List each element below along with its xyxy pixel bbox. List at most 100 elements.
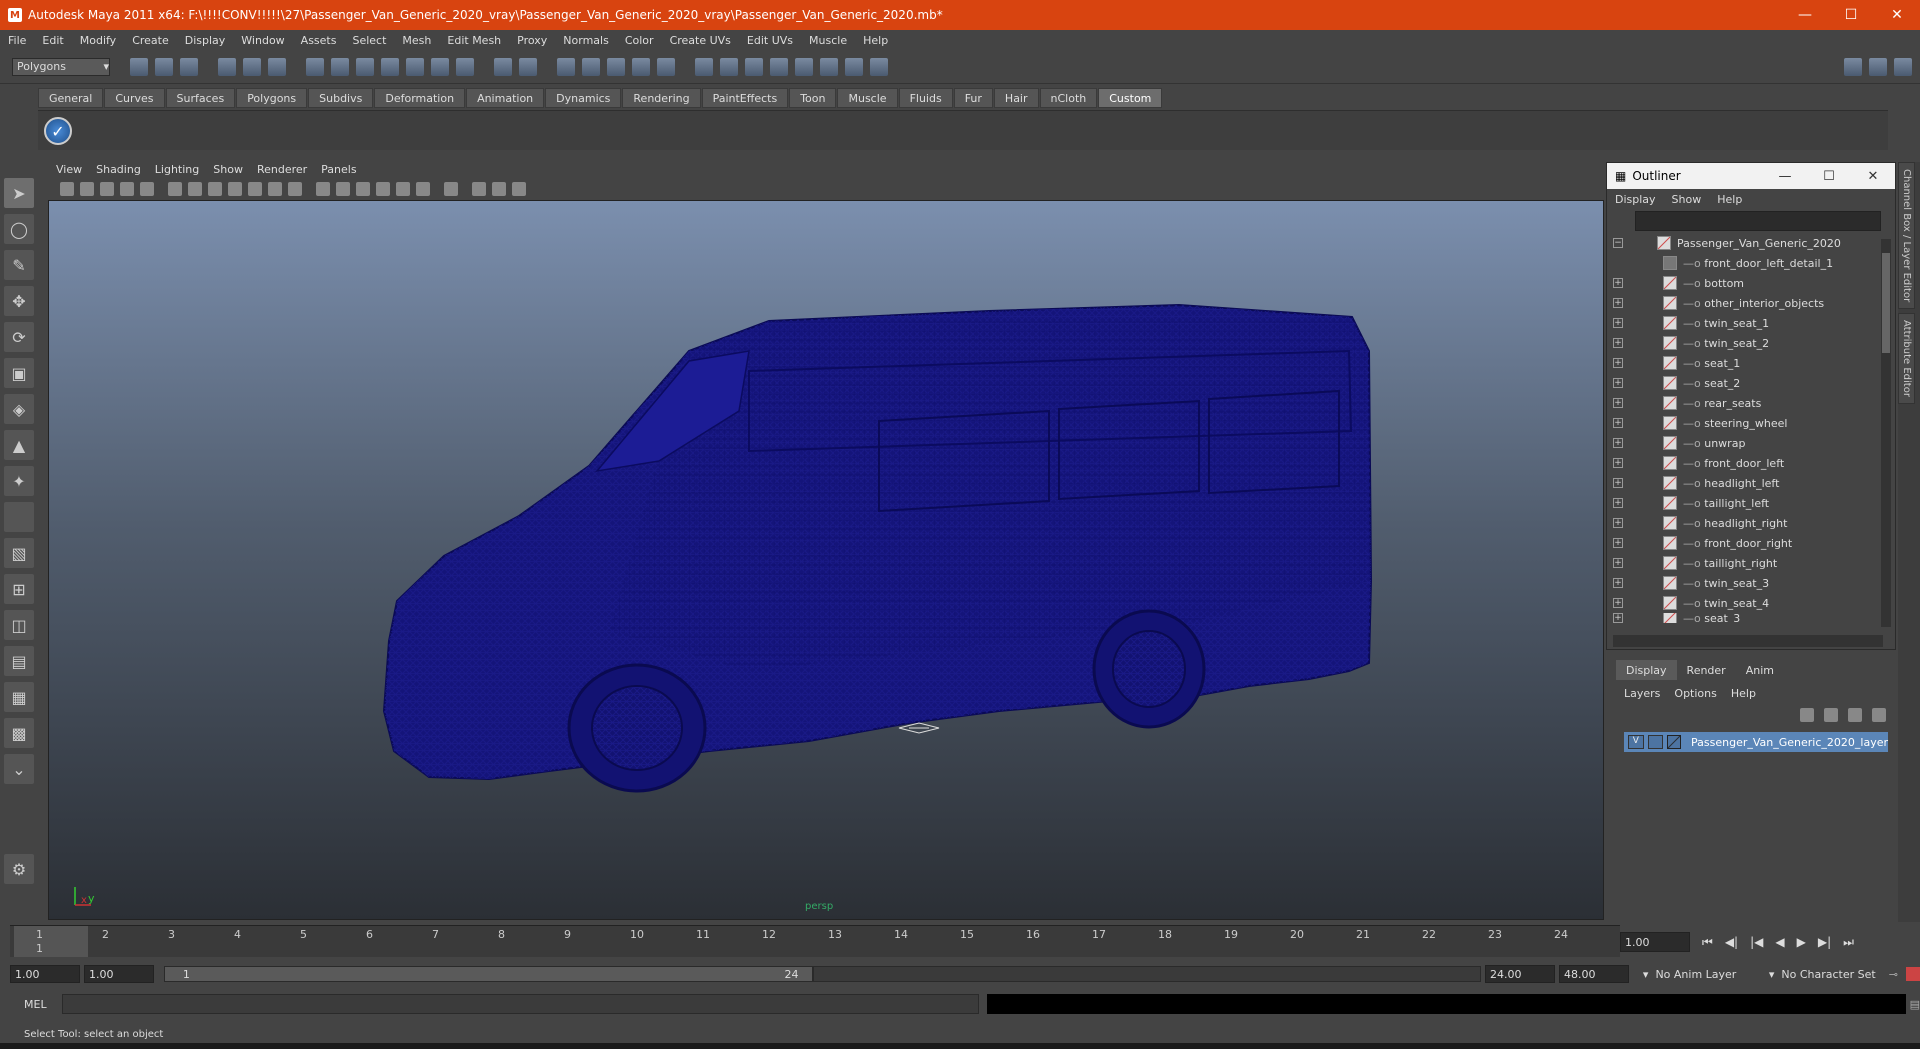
expand-icon[interactable]: + (1613, 518, 1623, 528)
construction-history-icon[interactable] (557, 57, 575, 76)
gate-mask-icon[interactable] (228, 182, 242, 196)
menu-window[interactable]: Window (241, 34, 284, 47)
lasso-tool-icon[interactable]: ◯ (4, 214, 34, 244)
menu-create-uvs[interactable]: Create UVs (670, 34, 731, 47)
select-component-icon[interactable] (268, 57, 286, 76)
camera-select-icon[interactable] (60, 182, 74, 196)
layout-two-icon[interactable] (720, 57, 738, 76)
film-gate-icon[interactable] (188, 182, 202, 196)
show-manipulator-icon[interactable]: ✦ (4, 466, 34, 496)
viewport-menu-panels[interactable]: Panels (321, 163, 356, 176)
close-icon[interactable]: ✕ (1874, 0, 1920, 30)
layer-tab-display[interactable]: Display (1616, 660, 1677, 680)
outliner-row[interactable]: + twin_seat_2 (1607, 333, 1895, 353)
animation-preferences-icon[interactable] (1905, 967, 1920, 981)
expand-icon[interactable]: + (1613, 318, 1623, 328)
animation-start-field[interactable]: 1.00 (10, 965, 80, 983)
snap-surface-icon[interactable] (406, 57, 424, 76)
outliner-horizontal-scrollbar[interactable] (1613, 635, 1883, 647)
isolate-select-icon[interactable] (444, 182, 458, 196)
outliner-row[interactable]: + rear_seats (1607, 393, 1895, 413)
playback-end-field[interactable]: 24.00 (1485, 965, 1555, 983)
single-perspective-layout-icon[interactable]: ▧ (4, 538, 34, 568)
select-tool-icon[interactable]: ➤ (4, 178, 34, 208)
history-icon[interactable] (431, 57, 449, 76)
shelf-tab-fur[interactable]: Fur (953, 88, 993, 108)
outliner-row[interactable]: + twin_seat_3 (1607, 573, 1895, 593)
key-icon[interactable]: ⊸ (1889, 968, 1898, 981)
shadows-icon[interactable] (416, 182, 430, 196)
snap-curve-icon[interactable] (331, 57, 349, 76)
outliner-row[interactable]: + other_interior_objects (1607, 293, 1895, 313)
shelf-tab-surfaces[interactable]: Surfaces (165, 88, 236, 108)
bookmark-icon[interactable] (100, 182, 114, 196)
shelf-tab-toon[interactable]: Toon (789, 88, 837, 108)
menu-display[interactable]: Display (185, 34, 226, 47)
current-frame-field[interactable]: 1.00 (1620, 932, 1690, 952)
mel-label[interactable]: MEL (24, 998, 58, 1011)
viewport-menu-shading[interactable]: Shading (96, 163, 141, 176)
outliner-menu-help[interactable]: Help (1717, 193, 1742, 206)
menu-select[interactable]: Select (352, 34, 386, 47)
checkmark-icon[interactable]: ✓ (44, 117, 72, 145)
shelf-tab-fluids[interactable]: Fluids (898, 88, 953, 108)
menu-file[interactable]: File (8, 34, 26, 47)
xray-joints-icon[interactable] (492, 182, 506, 196)
outliner-close-icon[interactable]: ✕ (1851, 169, 1895, 184)
playback-start-field[interactable]: 1.00 (83, 965, 154, 983)
range-slider[interactable]: 1 24 (163, 966, 814, 982)
menu-normals[interactable]: Normals (563, 34, 609, 47)
hardware-render-icon[interactable] (845, 57, 863, 76)
hypershade-icon[interactable] (657, 57, 675, 76)
expand-icon[interactable]: + (1613, 398, 1623, 408)
play-forward-icon[interactable]: ▶ (1797, 935, 1806, 949)
shelf-tab-animation[interactable]: Animation (466, 88, 545, 108)
render-frame-icon[interactable] (582, 57, 600, 76)
textured-icon[interactable] (376, 182, 390, 196)
shelf-tab-deformation[interactable]: Deformation (374, 88, 466, 108)
attribute-editor-tab[interactable]: Attribute Editor (1898, 313, 1915, 405)
menu-help[interactable]: Help (863, 34, 888, 47)
hypershade-layout-icon[interactable]: ▦ (4, 682, 34, 712)
resolution-gate-icon[interactable] (208, 182, 222, 196)
time-slider[interactable]: 1 1 2 3 4 5 6 7 8 9 10 11 12 13 14 15 16… (10, 925, 1620, 957)
outliner-row[interactable]: + twin_seat_1 (1607, 313, 1895, 333)
step-forward-frame-icon[interactable]: ▶| (1818, 935, 1831, 949)
layer-tab-render[interactable]: Render (1677, 660, 1736, 680)
expand-toolbox-icon[interactable]: ⌄ (4, 754, 34, 784)
smooth-shade-icon[interactable] (336, 182, 350, 196)
select-object-icon[interactable] (243, 57, 261, 76)
step-back-key-icon[interactable]: ◀| (1725, 935, 1738, 949)
perspective-viewport[interactable]: x y persp (48, 200, 1604, 920)
safe-action-icon[interactable] (268, 182, 282, 196)
layer-menu-options[interactable]: Options (1674, 687, 1716, 700)
shelf-tab-custom[interactable]: Custom (1098, 88, 1163, 108)
outliner-minimize-icon[interactable]: — (1763, 169, 1807, 184)
camera-attributes-icon[interactable] (80, 182, 94, 196)
persp-graph-layout-icon[interactable]: ▤ (4, 646, 34, 676)
two-d-pan-icon[interactable] (140, 182, 154, 196)
channel-box-tab[interactable]: Channel Box / Layer Editor (1898, 162, 1915, 310)
shelf-tab-ncloth[interactable]: nCloth (1039, 88, 1098, 108)
move-layer-down-icon[interactable] (1824, 708, 1838, 722)
outliner-row[interactable]: + unwrap (1607, 433, 1895, 453)
outliner-row[interactable]: + bottom (1607, 273, 1895, 293)
open-scene-icon[interactable] (155, 57, 173, 76)
expand-icon[interactable]: + (1613, 378, 1623, 388)
outliner-row[interactable]: + twin_seat_4 (1607, 593, 1895, 613)
mode-selector[interactable]: Polygons ▾ (12, 57, 110, 76)
expand-icon[interactable]: + (1613, 358, 1623, 368)
outliner-row[interactable]: + front_door_right (1607, 533, 1895, 553)
layer-row[interactable]: V Passenger_Van_Generic_2020_layer (1624, 732, 1888, 752)
outliner-menu-show[interactable]: Show (1672, 193, 1702, 206)
layer-tab-anim[interactable]: Anim (1736, 660, 1784, 680)
graph-editor-icon[interactable] (770, 57, 788, 76)
wireframe-icon[interactable] (316, 182, 330, 196)
persp-layer-layout-icon[interactable]: ▩ (4, 718, 34, 748)
field-chart-icon[interactable] (248, 182, 262, 196)
minimize-icon[interactable]: — (1782, 0, 1828, 30)
viewport-menu-lighting[interactable]: Lighting (155, 163, 199, 176)
mel-input[interactable] (61, 994, 979, 1014)
layout-icon[interactable] (695, 57, 713, 76)
expand-icon[interactable]: + (1613, 458, 1623, 468)
